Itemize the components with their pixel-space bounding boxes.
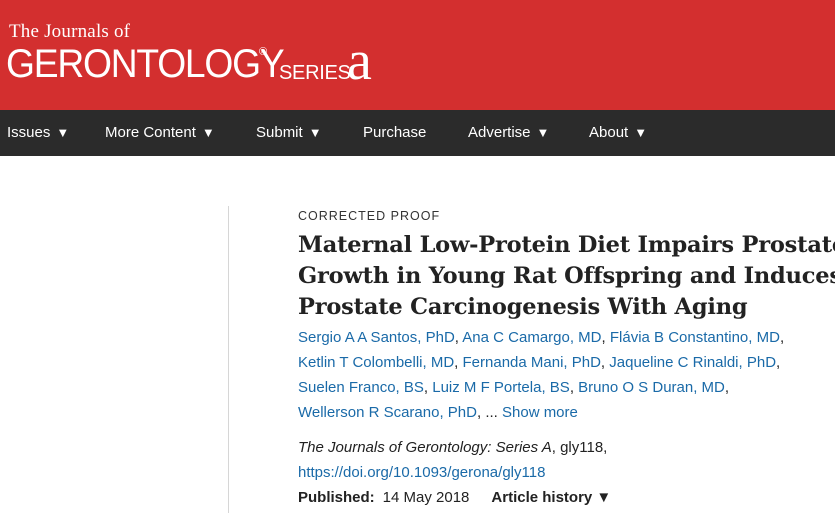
article-title-line: Prostate Carcinogenesis With Aging [298,294,748,320]
article-title-line: Growth in Young Rat Offspring and Induce… [298,263,835,289]
caret-down-icon: ▼ [56,125,70,140]
nav-more-content-label: More Content [105,124,196,141]
author-link[interactable]: Ana C Camargo, MD [462,329,601,346]
article-title: Maternal Low-Protein Diet Impairs Prosta… [298,230,835,323]
citation: The Journals of Gerontology: Series A, g… [298,435,607,485]
main-navigation: Issues ▼ More Content ▼ Submit ▼ Purchase A… [0,110,835,156]
nav-advertise-label: Advertise [468,124,531,141]
nav-submit[interactable]: Submit ▼ [256,110,322,156]
published-label: Published: [298,489,375,506]
article-history-toggle[interactable]: Article history ▼ [491,489,611,506]
logo-journals-of: The Journals of [9,21,131,42]
author-list: Sergio A A Santos, PhD, Ana C Camargo, M… [298,329,785,421]
caret-down-icon: ▼ [536,125,550,140]
doi-link[interactable]: https://doi.org/10.1093/gerona/gly118 [298,460,607,485]
show-more-authors-link[interactable]: Show more [502,404,578,421]
sidebar-divider [228,206,229,513]
logo-series: SERIES [279,62,351,84]
nav-advertise[interactable]: Advertise ▼ [468,110,549,156]
author-link[interactable]: Jaqueline C Rinaldi, PhD [609,354,776,371]
caret-down-icon: ▼ [201,125,215,140]
nav-about-label: About [589,124,629,141]
nav-purchase[interactable]: Purchase [363,110,426,156]
masthead: The Journals of GERONTOLOGY ® SERIES a [0,0,835,110]
citation-id: , gly118, [551,439,608,456]
nav-submit-label: Submit [256,124,303,141]
publication-info: Published: 14 May 2018 Article history ▼ [298,485,611,510]
nav-more-content[interactable]: More Content ▼ [105,110,215,156]
author-link[interactable]: Wellerson R Scarano, PhD [298,404,477,421]
nav-issues[interactable]: Issues ▼ [7,110,69,156]
nav-about[interactable]: About ▼ [589,110,647,156]
published-date: 14 May 2018 [382,489,470,506]
author-link[interactable]: Sergio A A Santos, PhD [298,329,455,346]
logo-gerontology: GERONTOLOGY [6,42,285,86]
author-link[interactable]: Fernanda Mani, PhD [463,354,601,371]
article-type-label: CORRECTED PROOF [298,209,441,223]
nav-issues-label: Issues [7,124,51,141]
nav-purchase-label: Purchase [363,124,427,141]
caret-down-icon: ▼ [308,125,322,140]
author-link[interactable]: Ketlin T Colombelli, MD [298,354,454,371]
logo-series-letter: a [347,30,372,92]
article-title-line: Maternal Low-Protein Diet Impairs Prosta… [298,232,835,258]
author-link[interactable]: Luiz M F Portela, BS [432,379,570,396]
author-ellipsis: ... [485,404,498,421]
author-link[interactable]: Flávia B Constantino, MD [610,329,780,346]
citation-journal: The Journals of Gerontology: Series A [298,439,552,456]
author-link[interactable]: Suelen Franco, BS [298,379,424,396]
caret-down-icon: ▼ [634,125,648,140]
logo-registered-mark: ® [259,46,268,58]
author-link[interactable]: Bruno O S Duran, MD [578,379,725,396]
